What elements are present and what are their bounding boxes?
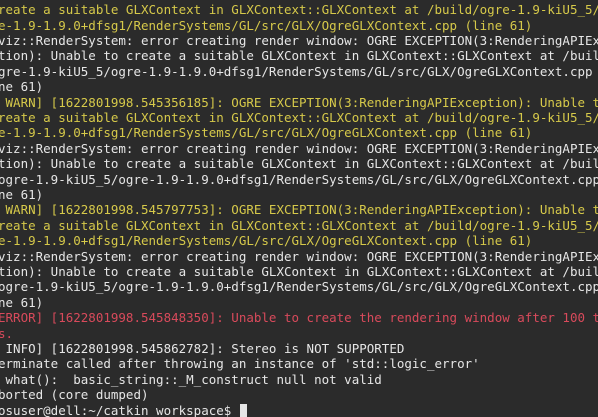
text-cursor: [239, 403, 247, 417]
terminal-line: e-1.9-1.9.0+dfsg1/RenderSystems/GL/src/G…: [0, 125, 533, 141]
terminal-line: ne 61): [0, 294, 44, 310]
terminal-prompt-line[interactable]: osuser@dell:~/catkin_workspace$: [0, 403, 247, 417]
terminal-line: ne 61): [0, 79, 44, 95]
terminal-line: gre-1.9-kiU5_5/ogre-1.9-1.9.0+dfsg1/Rend…: [0, 63, 598, 79]
terminal-line: borted (core dumped): [0, 387, 149, 403]
terminal-line: viz::RenderSystem: error creating render…: [0, 33, 598, 48]
terminal-line: ne 61): [0, 187, 44, 202]
terminal-line: ogre-1.9-kiU5_5/ogre-1.9-1.9.0+dfsg1/Ren…: [0, 171, 598, 187]
terminal-line: erminate called after throwing an instan…: [0, 356, 480, 372]
terminal-line: tion): Unable to create a suitable GLXCo…: [0, 156, 598, 172]
terminal-line: e-1.9-1.9.0+dfsg1/RenderSystems/GL/src/G…: [0, 17, 533, 33]
terminal-line: viz::RenderSystem: error creating render…: [0, 248, 598, 264]
terminal-line: e-1.9-1.9.0+dfsg1/RenderSystems/GL/src/G…: [0, 233, 533, 249]
terminal-line: WARN] [1622801998.545797753]: OGRE EXCEP…: [0, 202, 598, 218]
terminal-line: reate a suitable GLXContext in GLXContex…: [0, 2, 598, 18]
terminal-line: viz::RenderSystem: error creating render…: [0, 140, 598, 156]
terminal-line: reate a suitable GLXContext in GLXContex…: [0, 217, 598, 233]
terminal-line: ogre-1.9-kiU5_5/ogre-1.9-1.9.0+dfsg1/Ren…: [0, 279, 598, 295]
shell-prompt: osuser@dell:~/catkin_workspace$: [0, 402, 239, 417]
terminal-line: what(): basic_string::_M_construct null …: [0, 371, 382, 387]
terminal-line: INFO] [1622801998.545862782]: Stereo is …: [0, 341, 405, 356]
terminal-line: WARN] [1622801998.545356185]: OGRE EXCEP…: [0, 94, 598, 110]
terminal-line: ERROR] [1622801998.545848350]: Unable to…: [0, 310, 598, 326]
terminal-line: tion): Unable to create a suitable GLXCo…: [0, 264, 598, 279]
terminal-window[interactable]: reate a suitable GLXContext in GLXContex…: [0, 0, 598, 417]
terminal-line: tion): Unable to create a suitable GLXCo…: [0, 48, 598, 64]
terminal-line: s.: [0, 325, 14, 341]
terminal-line: reate a suitable GLXContext in GLXContex…: [0, 110, 598, 125]
